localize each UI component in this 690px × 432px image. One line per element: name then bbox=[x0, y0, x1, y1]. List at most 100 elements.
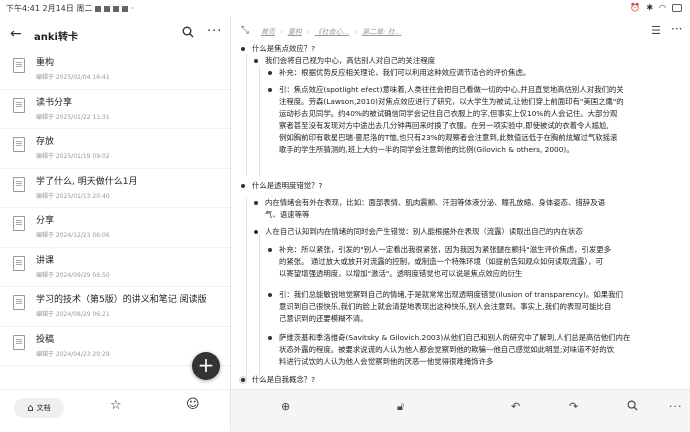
outline-node-line[interactable]: 歌手的学生所猜测的,班上大约一半的同学会注意到他的比例(Gilovich & o… bbox=[279, 144, 574, 156]
more-icon[interactable]: ··· bbox=[671, 22, 682, 36]
outline-node-line[interactable]: 引：焦点效应(spotlight efect)意味着,人类往往会把自己看做一切的… bbox=[279, 84, 624, 96]
outline-node-line[interactable]: 例如胸前印有歌星巴瑞·曼尼洛的T恤,也只有23%的观察者会注意到,此数值远低于在… bbox=[279, 132, 617, 144]
document-title: 读书分享 bbox=[36, 97, 73, 108]
document-title: 学习的技术（第5版）的讲义和笔记 阅读版 bbox=[36, 295, 207, 305]
outline-node[interactable]: 我们会将自己视为中心，高估别人对自己的关注程度 bbox=[265, 55, 435, 67]
outline-node-line[interactable]: 内在情绪会有外在表现，比如：面部表情、肌肉震颤、汗泪等体液分泌、瞳孔放缩、身体姿… bbox=[265, 197, 605, 209]
document-icon bbox=[13, 176, 25, 192]
bullet-icon[interactable] bbox=[254, 59, 258, 63]
outline-node-line[interactable]: 状态外露的程度。被要求说谎的人认为他人都会觉察到他的欺骗—他自己感觉如此明显;对… bbox=[279, 344, 614, 356]
status-bar: 下午4:41 2月14日 周二 · ⏰ ✱ ◠ bbox=[0, 0, 690, 16]
notification-icon bbox=[95, 5, 102, 12]
bullet-icon[interactable] bbox=[268, 88, 272, 92]
chevron-right-icon: › bbox=[354, 28, 358, 36]
editor-toolbar: ⊕ 🔓︎ ↶ ↷ ··· bbox=[231, 389, 690, 432]
indent-guide bbox=[259, 233, 260, 381]
bullet-icon[interactable] bbox=[268, 248, 272, 252]
back-arrow-icon[interactable]: ← bbox=[10, 26, 22, 42]
undo-icon[interactable]: ↶ bbox=[511, 400, 520, 413]
outline-node-line[interactable]: 萨维茨基和季洛维奇(Savitsky & Gilovich.2003)从他们自己… bbox=[279, 332, 630, 344]
more-icon[interactable]: ··· bbox=[669, 400, 683, 413]
outline-node-line[interactable]: 察者甚至没有发现对方中途出去几分钟再回来时换了衣服。在另一项实验中,即使被试的衣… bbox=[279, 120, 609, 132]
document-icon bbox=[13, 137, 25, 152]
notification-icon bbox=[104, 5, 111, 12]
bullet-icon[interactable] bbox=[268, 336, 272, 340]
collapse-panel-icon[interactable]: ⤡ bbox=[241, 25, 249, 36]
outline-node-line[interactable]: 料进行试饮的人认为他人会觉察到他的厌恶一他觉得很难掩饰许多 bbox=[279, 356, 493, 368]
nav-docs-label: 文档 bbox=[36, 404, 51, 412]
outline-node[interactable]: 补充：根据优势反应相关理论，我们可以利用这种效应调节适合的评价焦虑。 bbox=[279, 67, 530, 79]
document-icon bbox=[13, 97, 25, 113]
list-item[interactable]: 学了什么, 明天做什么1月 编辑于 2025/01/13 20:40 bbox=[0, 169, 230, 208]
more-icon[interactable]: ··· bbox=[207, 24, 222, 39]
document-icon bbox=[13, 58, 25, 73]
list-item[interactable]: 读书分享 编辑于 2025/01/22 11:31 bbox=[0, 90, 230, 129]
list-header: ← anki转卡 ··· bbox=[0, 24, 230, 46]
document-edited-time: 编辑于 2025/01/22 11:31 bbox=[36, 113, 110, 121]
add-document-button[interactable]: + bbox=[192, 352, 220, 380]
editor-panel: ⤡ 首页 › 重构 › 《社会心... › 第二章: 社... ☰ ··· 什么… bbox=[231, 16, 690, 432]
home-icon: ⌂ bbox=[27, 402, 34, 414]
wifi-icon: ◠ bbox=[659, 3, 666, 12]
outline-node-line[interactable]: 以寄望增强透明度，以增加"激活"。透明度错觉也可以说是焦点效应的衍生 bbox=[279, 268, 522, 280]
star-icon[interactable]: ☆ bbox=[110, 398, 122, 413]
list-item[interactable]: 重构 编辑于 2025/02/04 16:41 bbox=[0, 50, 230, 90]
smiley-icon[interactable]: ☺ bbox=[186, 397, 200, 412]
dots-icon: · bbox=[131, 4, 134, 13]
bullet-icon[interactable] bbox=[268, 293, 272, 297]
outline-node-line[interactable]: 意识到自己很快乐,我们的脸上就会清楚地表现出这种快乐,别人会注意到。事实上,我们… bbox=[279, 301, 611, 313]
document-icon bbox=[13, 216, 25, 231]
outline-node[interactable]: 什么是自我概念？? bbox=[252, 374, 315, 386]
bottom-nav: ⌂ 文档 ☆ ☺ bbox=[0, 389, 230, 432]
document-edited-time: 编辑于 2025/01/13 20:40 bbox=[36, 192, 110, 200]
document-edited-time: 编辑于 2024/04/23 20:29 bbox=[36, 350, 110, 358]
outline-node-line[interactable]: 运动衫去见同学。约40%的被试确信同学会记住自己衣服上的字,但事实上仅10%的人… bbox=[279, 108, 617, 120]
indent-guide bbox=[246, 197, 247, 381]
add-icon[interactable]: ⊕ bbox=[281, 400, 290, 413]
outline-node-line[interactable]: 己意识到的还要模糊不清。 bbox=[279, 313, 368, 325]
collapsed-bullet-icon[interactable] bbox=[239, 376, 247, 384]
document-title: 讲课 bbox=[36, 255, 55, 266]
list-item[interactable]: 讲课 编辑于 2024/09/29 06:50 bbox=[0, 248, 230, 287]
document-title: 存放 bbox=[36, 137, 55, 147]
bullet-icon[interactable] bbox=[241, 47, 245, 51]
document-icon bbox=[13, 334, 25, 350]
document-edited-time: 编辑于 2024/09/29 06:50 bbox=[36, 271, 110, 279]
breadcrumb-item[interactable]: 第二章: 社... bbox=[362, 27, 401, 37]
bullet-icon[interactable] bbox=[254, 230, 258, 234]
search-icon[interactable] bbox=[627, 400, 638, 414]
outline-node[interactable]: 人在自己认知到内在情绪的同时会产生错觉：别人能根据外在表现（流露）读取出自己的内… bbox=[265, 226, 583, 238]
document-edited-time: 编辑于 2024/08/29 06:21 bbox=[36, 311, 110, 318]
document-title: 分享 bbox=[36, 216, 55, 226]
outline-icon[interactable]: ☰ bbox=[651, 24, 661, 37]
document-icon bbox=[13, 255, 25, 271]
outline-content[interactable]: 什么是焦点效应？? 我们会将自己视为中心，高估别人对自己的关注程度 补充：根据优… bbox=[231, 44, 690, 389]
document-title: 投稿 bbox=[36, 334, 55, 345]
bullet-icon[interactable] bbox=[254, 201, 258, 205]
list-item[interactable]: 学习的技术（第5版）的讲义和笔记 阅读版 编辑于 2024/08/29 06:2… bbox=[0, 287, 230, 327]
list-item[interactable]: 分享 编辑于 2024/12/23 06:06 bbox=[0, 208, 230, 248]
redo-icon[interactable]: ↷ bbox=[569, 400, 578, 413]
indent-guide bbox=[259, 66, 260, 176]
document-list-panel: ← anki转卡 ··· 重构 编辑于 2025/02/04 16:41 读书分… bbox=[0, 16, 231, 432]
document-title: 重构 bbox=[36, 58, 55, 68]
outline-node-line[interactable]: 补充：所以紧张，引发的"别人一定看出我很紧张，因为我因为紧张腿在颤抖"滋生评价焦… bbox=[279, 244, 611, 256]
outline-node-line[interactable]: 引：我们总能敏锐地觉察到自己的情绪,于是就常常出现透明度错觉(ilusion o… bbox=[279, 289, 623, 301]
outline-node-line[interactable]: 注程度。劳森(Lawson,2010)对焦点效应进行了研究，以大学生为被试,让他… bbox=[279, 96, 624, 108]
document-edited-time: 编辑于 2025/02/04 16:41 bbox=[36, 74, 110, 81]
document-edited-time: 编辑于 2024/12/23 06:06 bbox=[36, 232, 110, 239]
outline-node-line[interactable]: 气、语速等等 bbox=[265, 209, 309, 221]
breadcrumb-item[interactable]: 首页 bbox=[261, 27, 275, 37]
breadcrumb-item[interactable]: 重构 bbox=[288, 27, 302, 37]
breadcrumb-item[interactable]: 《社会心... bbox=[315, 27, 350, 37]
unlock-icon[interactable]: 🔓︎ bbox=[397, 400, 404, 414]
outline-node[interactable]: 什么是透明度错觉？? bbox=[252, 180, 322, 192]
bullet-icon[interactable] bbox=[268, 71, 272, 75]
outline-node[interactable]: 什么是焦点效应？? bbox=[252, 44, 315, 55]
bullet-icon[interactable] bbox=[241, 184, 245, 188]
list-item[interactable]: 存放 编辑于 2025/01/19 09:02 bbox=[0, 129, 230, 169]
search-icon[interactable] bbox=[182, 26, 194, 41]
outline-node-line[interactable]: 的紧张。 通过放大或放开对流露的控制，或制造一个特殊环境（如提前告知观众如何读取… bbox=[279, 256, 603, 268]
nav-docs-tab[interactable]: ⌂ 文档 bbox=[14, 398, 64, 418]
status-time: 下午4:41 2月14日 周二 bbox=[6, 4, 93, 13]
